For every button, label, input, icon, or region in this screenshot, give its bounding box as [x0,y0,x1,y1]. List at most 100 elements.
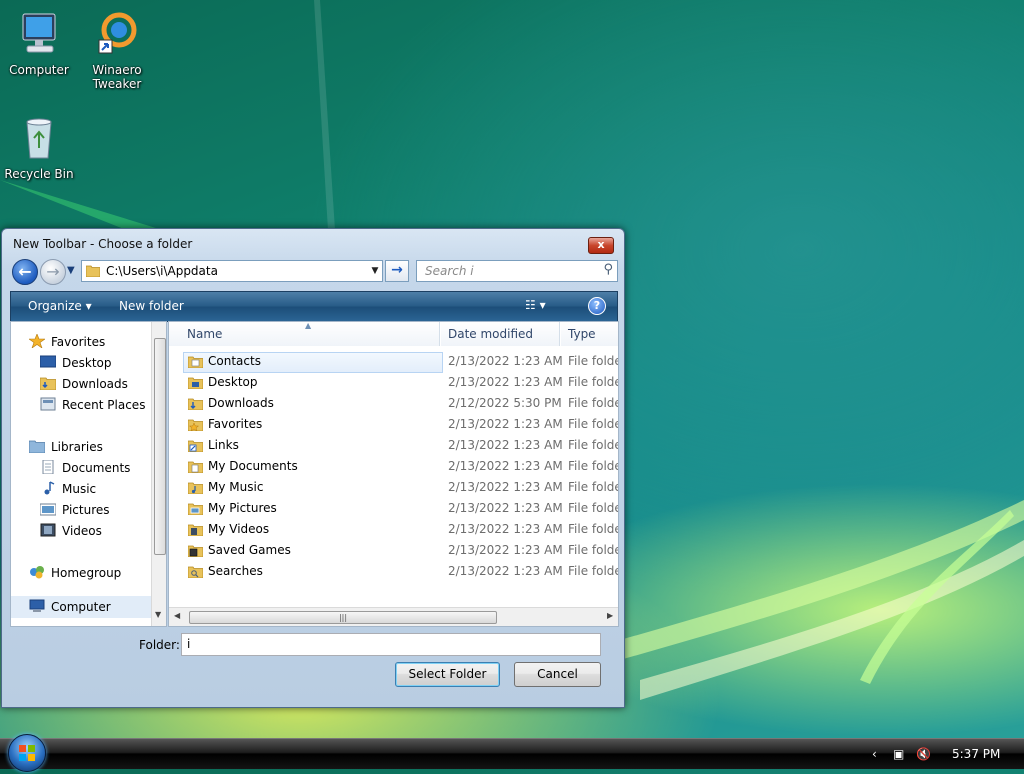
scroll-right-icon[interactable]: ▶ [607,611,613,620]
file-date: 2/13/2022 1:23 AM [448,480,563,494]
nav-documents[interactable]: Documents [40,458,130,478]
table-row[interactable]: My Music 2/13/2022 1:23 AM File folder [169,477,618,498]
nav-music[interactable]: Music [40,479,96,499]
file-type: File folder [568,543,618,557]
nav-downloads[interactable]: Downloads [40,374,128,394]
nav-homegroup[interactable]: Homegroup [29,563,121,583]
nav-videos[interactable]: Videos [40,521,102,541]
navigation-bar: ← → ▼ C:\Users\i\Appdata ▼ → Search i ⚲ [10,259,618,285]
file-type: File folder [568,480,618,494]
nav-computer[interactable]: Computer [29,597,111,617]
nav-recent-places[interactable]: Recent Places [40,395,145,415]
table-row[interactable]: Saved Games 2/13/2022 1:23 AM File folde… [169,540,618,561]
organize-menu[interactable]: Organize ▾ [28,299,92,313]
links-folder-icon [188,440,203,452]
star-icon [29,334,45,348]
nav-music-label: Music [62,482,97,496]
nav-pane-scrollbar[interactable]: ▼ [151,322,166,626]
file-date: 2/13/2022 1:23 AM [448,417,563,431]
clock[interactable]: 5:37 PM [952,747,1000,761]
scroll-left-icon[interactable]: ◀ [174,611,180,620]
column-header-date[interactable]: Date modified [441,322,560,346]
nav-libraries[interactable]: Libraries [29,437,103,457]
address-bar[interactable]: C:\Users\i\Appdata ▼ [81,260,383,282]
table-row[interactable]: My Documents 2/13/2022 1:23 AM File fold… [169,456,618,477]
nav-libraries-label: Libraries [51,440,103,454]
sort-ascending-icon: ▲ [305,321,312,330]
file-date: 2/12/2022 5:30 PM [448,396,562,410]
column-header-date-label: Date modified [448,327,534,341]
folder-input[interactable]: i [181,633,601,656]
file-name: Links [208,438,239,452]
address-dropdown-icon[interactable]: ▼ [368,261,382,281]
table-row[interactable]: Favorites 2/13/2022 1:23 AM File folder [169,414,618,435]
volume-muted-icon[interactable]: 🔇 [916,747,931,761]
searches-folder-icon [188,566,203,578]
pictures-icon [40,503,56,516]
chevron-down-icon: ▼ [67,265,75,276]
winaero-tweaker-icon [98,12,137,54]
desktop-icon [40,355,56,368]
choose-folder-dialog: New Toolbar - Choose a folder x ← → ▼ C:… [1,228,625,708]
file-date: 2/13/2022 1:23 AM [448,564,563,578]
contacts-folder-icon [188,356,203,368]
file-date: 2/13/2022 1:23 AM [448,459,563,473]
scroll-down-icon[interactable]: ▼ [155,610,161,619]
recent-places-icon [40,397,56,411]
arrow-right-icon: → [391,262,403,278]
network-icon[interactable]: ▣ [893,747,904,761]
desktop-folder-icon [188,377,203,389]
file-name: Contacts [208,354,261,368]
command-toolbar: Organize ▾ New folder ☷ ▾ ? [10,291,618,322]
start-button[interactable] [8,734,46,772]
file-date: 2/13/2022 1:23 AM [448,438,563,452]
close-button[interactable]: x [588,237,614,254]
music-icon [44,481,55,495]
back-button[interactable]: ← [12,259,38,285]
taskbar: ‹ ▣ 🔇 5:37 PM [0,738,1024,769]
go-button[interactable]: → [385,260,409,282]
show-hidden-icons-icon[interactable]: ‹ [872,747,877,761]
desktop-icon-winaero-tweaker[interactable]: Winaero Tweaker [80,10,154,91]
file-type: File folder [568,354,618,368]
music-folder-icon [188,482,203,494]
table-row[interactable]: Downloads 2/12/2022 5:30 PM File folder [169,393,618,414]
table-row[interactable]: Contacts 2/13/2022 1:23 AM File folder [169,351,618,372]
table-row[interactable]: My Pictures 2/13/2022 1:23 AM File folde… [169,498,618,519]
videos-icon [40,523,56,537]
column-header-type[interactable]: Type [561,322,618,346]
table-row[interactable]: Links 2/13/2022 1:23 AM File folder [169,435,618,456]
select-folder-button[interactable]: Select Folder [395,662,500,687]
forward-button[interactable]: → [40,259,66,285]
file-type: File folder [568,396,618,410]
help-icon[interactable]: ? [588,297,606,315]
downloads-folder-icon [188,398,203,410]
table-row[interactable]: Desktop 2/13/2022 1:23 AM File folder [169,372,618,393]
desktop-icon-computer[interactable]: Computer [2,10,76,77]
column-header-name[interactable]: Name ▲ [169,322,440,346]
recent-pages-dropdown[interactable]: ▼ [67,265,75,276]
desktop-icon-recycle-bin[interactable]: Recycle Bin [2,114,76,181]
file-type: File folder [568,417,618,431]
favorites-folder-icon [188,419,203,431]
views-menu[interactable]: ☷ ▾ [525,298,546,312]
address-value: C:\Users\i\Appdata [106,264,218,278]
cancel-button[interactable]: Cancel [514,662,601,687]
nav-pane-scroll-thumb[interactable] [154,338,166,555]
nav-pictures[interactable]: Pictures [40,500,110,520]
new-folder-button[interactable]: New folder [119,299,184,313]
search-input[interactable]: Search i ⚲ [416,260,618,282]
horizontal-scroll-thumb[interactable]: ||| [189,611,497,624]
table-row[interactable]: My Videos 2/13/2022 1:23 AM File folder [169,519,618,540]
table-row[interactable]: Searches 2/13/2022 1:23 AM File folder [169,561,618,582]
file-name: Favorites [208,417,263,431]
recycle-bin-icon [26,118,52,159]
nav-favorites[interactable]: Favorites [29,332,105,352]
arrow-right-icon: → [46,262,60,281]
nav-downloads-label: Downloads [62,377,128,391]
column-header-name-label: Name [187,327,223,341]
nav-desktop[interactable]: Desktop [40,353,112,373]
dialog-title: New Toolbar - Choose a folder [13,237,193,251]
search-icon[interactable]: ⚲ [603,262,613,277]
horizontal-scrollbar[interactable]: ◀ ||| ▶ [169,607,618,626]
